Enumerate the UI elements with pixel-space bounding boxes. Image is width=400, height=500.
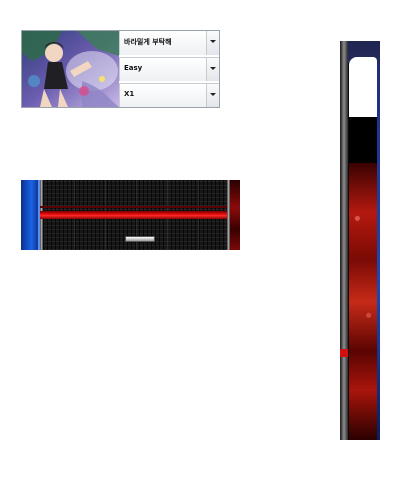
song-title-value: 바라밀게 부탁해 [124,38,172,46]
speed-value: X1 [124,90,135,98]
strip-marker [340,349,348,357]
strip-gauge-body [349,163,377,440]
difficulty-select[interactable]: Easy [119,57,219,81]
gauge-strip [230,180,240,250]
song-select-panel: 바라밀게 부탁해 Easy X1 [21,30,220,108]
judge-line [40,211,228,219]
skin-gauge-strip [340,41,380,440]
app-canvas: 바라밀게 부탁해 Easy X1 [0,0,400,500]
strip-rail [340,41,348,440]
note [125,236,155,242]
speed-select[interactable]: X1 [119,83,219,107]
strip-display-box [349,117,377,163]
strip-edge [377,63,380,440]
chevron-down-icon[interactable] [206,84,219,107]
song-title-select[interactable]: 바라밀게 부탁해 [119,31,219,55]
left-side-panel [21,180,40,250]
judge-line-guide [40,206,228,208]
chevron-down-icon[interactable] [206,31,219,55]
game-lane-preview [21,180,240,250]
difficulty-value: Easy [124,64,143,72]
chevron-down-icon[interactable] [206,58,219,81]
album-cover-image [22,31,119,107]
